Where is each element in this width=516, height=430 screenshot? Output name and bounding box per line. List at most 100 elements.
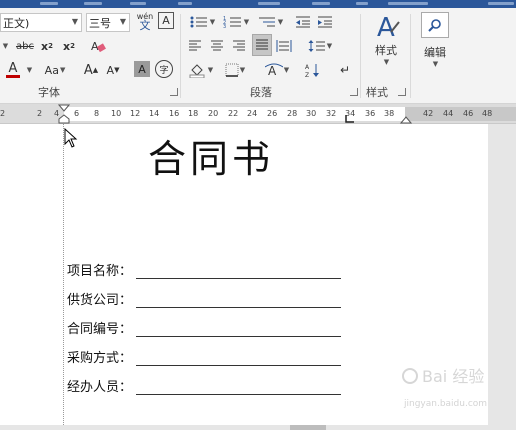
indent-marker-icon[interactable] <box>58 104 70 124</box>
align-left-button[interactable] <box>186 36 204 56</box>
ruler-tick: 32 <box>326 109 337 118</box>
numbering-icon: 123 <box>223 16 241 29</box>
styles-button[interactable]: A 样式 ▼ <box>366 12 406 82</box>
svg-text:A: A <box>377 13 395 42</box>
superscript-button[interactable]: x2 <box>60 36 78 56</box>
numbering-button[interactable]: 1 2 3 ▼ <box>220 12 252 32</box>
ruler-tick: 14 <box>149 109 160 118</box>
horizontal-ruler[interactable]: 2 2 4 6 8 10 12 14 16 18 20 22 24 26 28 … <box>0 104 516 124</box>
svg-text:A: A <box>268 64 277 77</box>
align-left-icon <box>189 40 201 51</box>
tab-stop-icon[interactable] <box>345 114 355 124</box>
ruler-tick: 30 <box>306 109 317 118</box>
ruler-tick: 12 <box>130 109 141 118</box>
chinese-layout-button[interactable]: A ▼ <box>262 60 292 80</box>
clear-formatting-button[interactable]: A <box>88 36 108 56</box>
row2-dropdown-arrow[interactable]: ▼ <box>0 36 10 56</box>
grow-arrow-icon: ▲ <box>92 66 99 74</box>
shading-button[interactable]: ▼ <box>186 60 216 80</box>
watermark-url: jingyan.baidu.com <box>404 399 488 409</box>
font-size-value: 三号 <box>89 16 111 30</box>
paragraph-group-label: 段落 <box>250 86 272 99</box>
styles-dialog-launcher-icon[interactable] <box>398 88 406 96</box>
ruler-tick: 28 <box>287 109 298 118</box>
font-color-swatch <box>6 75 20 78</box>
scroll-thumb[interactable] <box>290 425 326 430</box>
right-indent-marker-icon[interactable] <box>400 115 412 124</box>
ruler-tick: 8 <box>94 109 100 118</box>
decrease-indent-button[interactable] <box>294 12 312 32</box>
title-bar <box>0 0 516 8</box>
subscript-button[interactable]: x2 <box>38 36 56 56</box>
blank-underline <box>136 381 342 395</box>
sort-button[interactable]: AZ <box>304 60 322 80</box>
shrink-font-button[interactable]: A ▼ <box>104 60 122 80</box>
line-spacing-button[interactable]: ▼ <box>304 36 336 56</box>
ruler-tick: 36 <box>365 109 376 118</box>
font-group-label: 字体 <box>38 86 60 99</box>
mouse-cursor-icon <box>64 128 78 148</box>
ruler-tick: 16 <box>169 109 180 118</box>
ruler-tick: 44 <box>443 109 454 118</box>
font-size-select[interactable]: 三号 ▼ <box>86 13 130 32</box>
svg-text:Bai 经验: Bai 经验 <box>422 367 484 386</box>
decrease-indent-icon <box>296 16 310 28</box>
grow-font-button[interactable]: A ▲ <box>82 60 100 80</box>
distributed-button[interactable] <box>275 36 293 56</box>
borders-button[interactable]: ▼ <box>220 60 250 80</box>
grow-font-label: A <box>83 62 93 78</box>
svg-text:3: 3 <box>223 24 226 29</box>
svg-text:Z: Z <box>305 72 309 78</box>
blank-underline <box>136 352 342 366</box>
superscript-label: x <box>63 39 71 53</box>
ruler-tick: 26 <box>267 109 278 118</box>
font-dialog-launcher-icon[interactable] <box>170 88 178 96</box>
character-border-button[interactable]: A <box>158 12 174 29</box>
paragraph-dialog-launcher-icon[interactable] <box>350 88 358 96</box>
font-color-button[interactable]: A <box>4 60 22 80</box>
phonetic-guide-button[interactable]: wén 文 <box>134 11 156 31</box>
baidu-jingyan-logo: Bai 经验 <box>402 367 484 386</box>
show-marks-button[interactable]: ↵ <box>336 60 354 80</box>
enclose-characters-button[interactable]: 字 <box>155 60 173 78</box>
ruler-tick: 48 <box>482 109 493 118</box>
eraser-icon: A <box>91 40 106 53</box>
change-case-button[interactable]: Aa ▼ <box>38 60 72 80</box>
change-case-label: Aa <box>44 63 59 77</box>
pilcrow-arrow-icon: ↵ <box>339 63 351 77</box>
ruler-tick: 10 <box>111 109 122 118</box>
ribbon-separator <box>180 14 181 98</box>
field-label: 供货公司： <box>67 293 133 308</box>
bullets-icon <box>190 16 207 28</box>
ruler-tick: 24 <box>247 109 258 118</box>
strikethrough-label: abc <box>16 40 34 52</box>
align-right-button[interactable] <box>230 36 248 56</box>
increase-indent-button[interactable] <box>316 12 334 32</box>
font-name-select[interactable]: 正文) ▼ <box>0 13 82 32</box>
form-field: 供货公司： <box>67 289 342 308</box>
strikethrough-button[interactable]: abc <box>14 36 36 56</box>
justify-button[interactable] <box>252 34 272 56</box>
ruler-tick: 20 <box>208 109 219 118</box>
styles-group-label: 样式 <box>366 86 388 99</box>
field-label: 经办人员： <box>67 380 133 395</box>
ruler-tick: 22 <box>228 109 239 118</box>
line-spacing-icon <box>308 40 325 52</box>
form-field: 经办人员： <box>67 376 342 395</box>
blank-underline <box>136 265 342 279</box>
bullets-button[interactable]: ▼ <box>186 12 218 32</box>
subscript-mark: 2 <box>48 42 53 50</box>
font-color-dropdown[interactable]: ▼ <box>24 60 34 80</box>
character-border-glyph: A <box>162 14 170 27</box>
multilevel-list-button[interactable]: ▼ <box>254 12 286 32</box>
subscript-label: x <box>41 39 49 53</box>
align-center-button[interactable] <box>208 36 226 56</box>
font-name-value: 正文) <box>3 16 30 30</box>
ribbon-separator <box>410 14 411 98</box>
align-center-icon <box>211 40 223 51</box>
svg-text:A: A <box>305 64 310 71</box>
character-shading-button[interactable]: A <box>134 61 150 77</box>
ruler-margin-area <box>405 107 516 121</box>
find-icon <box>421 12 449 38</box>
editing-button[interactable]: 编辑 ▼ <box>416 12 454 78</box>
